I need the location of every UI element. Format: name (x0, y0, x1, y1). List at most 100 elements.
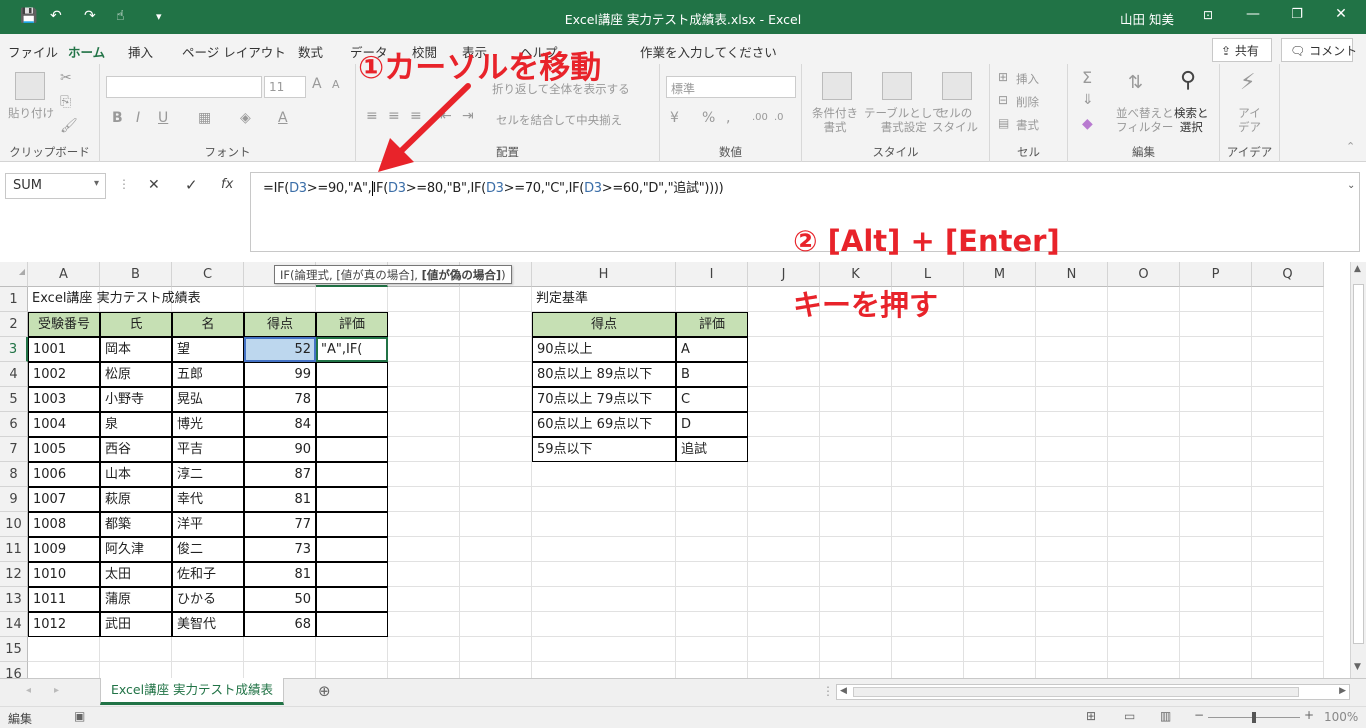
cell[interactable] (388, 312, 460, 337)
copy-icon[interactable]: ⎘ (60, 94, 71, 110)
row-header[interactable]: 15 (0, 637, 28, 662)
row-header[interactable]: 1 (0, 287, 28, 312)
cell[interactable] (964, 412, 1036, 437)
cell[interactable] (172, 662, 244, 678)
cell[interactable] (1180, 512, 1252, 537)
merge-center-button[interactable]: セルを結合して中央揃え (496, 113, 622, 127)
cell[interactable] (1108, 287, 1180, 312)
cell[interactable] (964, 387, 1036, 412)
cell[interactable] (1252, 337, 1324, 362)
table-cell[interactable]: 52 (244, 337, 316, 362)
cell[interactable] (964, 512, 1036, 537)
column-header-c[interactable]: C (172, 262, 244, 287)
comment-button[interactable]: 🗨 コメント (1281, 38, 1357, 62)
table-header-cell[interactable]: 評価 (316, 312, 388, 337)
paste-button[interactable]: 貼り付け (8, 106, 54, 120)
cell[interactable] (316, 637, 388, 662)
comma-icon[interactable]: , (726, 110, 730, 126)
cell[interactable] (1252, 462, 1324, 487)
cell[interactable] (1180, 362, 1252, 387)
cell[interactable] (676, 462, 748, 487)
row-header[interactable]: 8 (0, 462, 28, 487)
cell[interactable] (748, 462, 820, 487)
cell[interactable] (1036, 337, 1108, 362)
cell[interactable] (1252, 412, 1324, 437)
table-cell[interactable]: 87 (244, 462, 316, 487)
table-cell[interactable]: 俊二 (172, 537, 244, 562)
cell[interactable] (748, 637, 820, 662)
table-cell[interactable]: 太田 (100, 562, 172, 587)
cell[interactable] (676, 487, 748, 512)
table-cell[interactable]: 幸代 (172, 487, 244, 512)
cell[interactable] (676, 662, 748, 678)
insert-cells-button[interactable]: 挿入 (1016, 72, 1039, 86)
page-layout-view-icon[interactable]: ▭ (1124, 709, 1135, 723)
cell[interactable] (1108, 362, 1180, 387)
row-header[interactable]: 2 (0, 312, 28, 337)
cell[interactable] (460, 637, 532, 662)
next-sheet-icon[interactable]: ▸ (54, 685, 59, 696)
cell[interactable] (1252, 312, 1324, 337)
cell[interactable] (1252, 512, 1324, 537)
table-cell[interactable]: 99 (244, 362, 316, 387)
cell[interactable] (1108, 537, 1180, 562)
increase-decimal-icon[interactable]: .00 (752, 112, 768, 123)
table-cell[interactable]: 山本 (100, 462, 172, 487)
cell[interactable] (388, 662, 460, 678)
cell[interactable] (820, 437, 892, 462)
cell[interactable] (1180, 462, 1252, 487)
cell[interactable] (676, 512, 748, 537)
column-header-p[interactable]: P (1180, 262, 1252, 287)
cell[interactable] (1180, 437, 1252, 462)
table-cell[interactable] (316, 387, 388, 412)
cell[interactable] (820, 487, 892, 512)
table-cell[interactable]: 1004 (28, 412, 100, 437)
cell[interactable] (1108, 487, 1180, 512)
table-cell[interactable]: 1007 (28, 487, 100, 512)
cell[interactable] (964, 662, 1036, 678)
ideas-button[interactable]: アイ デア (1238, 106, 1261, 134)
cell[interactable] (820, 362, 892, 387)
cell[interactable] (964, 437, 1036, 462)
cell[interactable] (1108, 462, 1180, 487)
cell[interactable] (748, 362, 820, 387)
cell[interactable] (460, 362, 532, 387)
table-cell[interactable]: 78 (244, 387, 316, 412)
table-cell[interactable]: 81 (244, 487, 316, 512)
page-break-view-icon[interactable]: ▥ (1160, 709, 1171, 723)
cell[interactable] (892, 412, 964, 437)
cell[interactable] (676, 637, 748, 662)
cell[interactable] (892, 587, 964, 612)
cell[interactable] (532, 462, 676, 487)
tell-me-search[interactable]: 作業を入力してください (640, 42, 777, 61)
criteria-cell[interactable]: 60点以上 69点以下 (532, 412, 676, 437)
scroll-left-icon[interactable]: ◀ (840, 686, 847, 696)
cell[interactable] (892, 437, 964, 462)
cell[interactable] (1108, 312, 1180, 337)
new-sheet-icon[interactable]: ⊕ (318, 682, 331, 700)
table-header-cell[interactable]: 名 (172, 312, 244, 337)
cell[interactable] (1252, 637, 1324, 662)
cell[interactable] (820, 587, 892, 612)
cell[interactable] (388, 462, 460, 487)
cell[interactable] (1180, 487, 1252, 512)
cell[interactable] (316, 287, 388, 312)
cell[interactable] (748, 562, 820, 587)
cell[interactable] (1108, 662, 1180, 678)
user-name[interactable]: 山田 知美 (1120, 9, 1174, 28)
tab-page-layout[interactable]: ページ レイアウト (182, 42, 286, 61)
cell[interactable] (676, 287, 748, 312)
cell[interactable] (388, 362, 460, 387)
horizontal-scrollbar[interactable]: ◀ ▶ (836, 684, 1350, 700)
table-cell[interactable]: 1010 (28, 562, 100, 587)
table-cell[interactable]: 淳二 (172, 462, 244, 487)
cell[interactable] (1036, 312, 1108, 337)
cell[interactable] (820, 512, 892, 537)
criteria-title-cell[interactable]: 判定基準 (532, 287, 676, 312)
table-cell[interactable]: 1005 (28, 437, 100, 462)
cell[interactable] (172, 637, 244, 662)
font-size-select[interactable]: 11 (264, 76, 306, 98)
cell[interactable] (460, 387, 532, 412)
cell[interactable] (316, 662, 388, 678)
cell[interactable] (676, 537, 748, 562)
